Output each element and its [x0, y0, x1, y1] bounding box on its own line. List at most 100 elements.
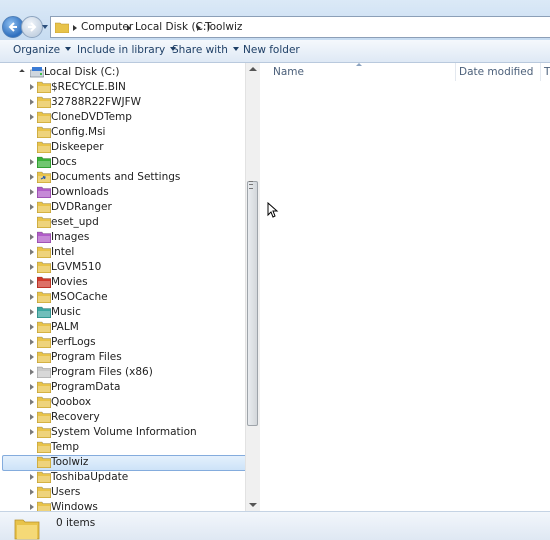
expand-arrow-icon[interactable]: [30, 369, 34, 375]
expand-arrow-icon[interactable]: [30, 339, 34, 345]
tree-item[interactable]: Recovery: [0, 410, 259, 425]
tree-item[interactable]: Images: [0, 230, 259, 245]
address-input[interactable]: Computer Local Disk (C:) Toolwiz: [50, 16, 550, 38]
column-divider[interactable]: [540, 63, 541, 81]
folder-icon: [37, 351, 51, 363]
tree-item[interactable]: Program Files: [0, 350, 259, 365]
tree-item[interactable]: Diskeeper: [0, 140, 259, 155]
expand-arrow-icon[interactable]: [30, 234, 34, 240]
tree-item[interactable]: Toolwiz: [0, 455, 259, 471]
folder-icon: [37, 441, 51, 453]
tree-item[interactable]: ToshibaUpdate: [0, 470, 259, 485]
share-with-button[interactable]: Share with: [172, 44, 239, 56]
tree-item[interactable]: Movies: [0, 275, 259, 290]
tree-item[interactable]: Documents and Settings: [0, 170, 259, 185]
tree-item[interactable]: CloneDVDTemp: [0, 110, 259, 125]
folder-icon: [55, 22, 69, 33]
forward-button[interactable]: [21, 16, 43, 38]
item-count: 0 items: [56, 517, 96, 529]
expand-arrow-icon[interactable]: [30, 309, 34, 315]
folder-icon: [37, 336, 51, 348]
tree-item[interactable]: Users: [0, 485, 259, 500]
breadcrumb-separator-icon[interactable]: [73, 25, 77, 31]
shortcut-folder-icon: [37, 171, 51, 183]
column-header-type[interactable]: T: [544, 66, 550, 78]
tree-item-label: 32788R22FWJFW: [51, 96, 141, 108]
breadcrumb-separator-icon[interactable]: [127, 25, 131, 31]
tree-item-label: LGVM510: [51, 261, 102, 273]
tree-item[interactable]: System Volume Information: [0, 425, 259, 440]
tree-item-label: Movies: [51, 276, 88, 288]
folder-icon: [37, 111, 51, 123]
tree-item[interactable]: MSOCache: [0, 290, 259, 305]
tree-item[interactable]: Intel: [0, 245, 259, 260]
tree-item[interactable]: Program Files (x86): [0, 365, 259, 380]
folder-icon: [37, 501, 51, 511]
expand-arrow-icon[interactable]: [30, 384, 34, 390]
expand-arrow-icon[interactable]: [30, 429, 34, 435]
grey-folder-icon: [37, 366, 51, 378]
expand-arrow-icon[interactable]: [30, 474, 34, 480]
scroll-down-icon[interactable]: [249, 503, 257, 507]
tree-item[interactable]: Qoobox: [0, 395, 259, 410]
tree-item[interactable]: PerfLogs: [0, 335, 259, 350]
tree-item-label: Downloads: [51, 186, 109, 198]
recent-pages-dropdown-icon[interactable]: [42, 25, 48, 29]
details-pane: 0 items: [0, 511, 550, 540]
navigation-scrollbar[interactable]: [245, 63, 260, 511]
expanded-arrow-icon[interactable]: [19, 69, 25, 75]
tree-item[interactable]: LGVM510: [0, 260, 259, 275]
tree-item[interactable]: eset_upd: [0, 215, 259, 230]
expand-arrow-icon[interactable]: [30, 399, 34, 405]
expand-arrow-icon[interactable]: [30, 114, 34, 120]
include-in-library-button[interactable]: Include in library: [77, 44, 177, 56]
expand-arrow-icon[interactable]: [30, 324, 34, 330]
new-folder-button[interactable]: New folder: [243, 44, 300, 56]
organize-button[interactable]: Organize: [13, 44, 72, 56]
folder-icon: [37, 246, 51, 258]
tree-item[interactable]: Windows: [0, 500, 259, 511]
tree-item[interactable]: Music: [0, 305, 259, 320]
column-header-name[interactable]: Name: [273, 66, 304, 78]
tree-item[interactable]: $RECYCLE.BIN: [0, 80, 259, 95]
tree-item[interactable]: Downloads: [0, 185, 259, 200]
folder-icon: [37, 81, 51, 93]
scroll-up-icon[interactable]: [249, 67, 257, 71]
navigation-pane[interactable]: Local Disk (C:) $RECYCLE.BIN 32788R22FWJF…: [0, 63, 260, 511]
expand-arrow-icon[interactable]: [30, 264, 34, 270]
expand-arrow-icon[interactable]: [30, 249, 34, 255]
column-divider[interactable]: [455, 63, 456, 81]
breadcrumb-computer[interactable]: Computer: [81, 21, 133, 33]
tree-item-label: Temp: [51, 441, 79, 453]
expand-arrow-icon[interactable]: [30, 414, 34, 420]
scrollbar-thumb[interactable]: [247, 181, 258, 426]
folder-icon: [37, 426, 51, 438]
expand-arrow-icon[interactable]: [30, 84, 34, 90]
expand-arrow-icon[interactable]: [30, 294, 34, 300]
expand-arrow-icon[interactable]: [30, 189, 34, 195]
tree-item[interactable]: 32788R22FWJFW: [0, 95, 259, 110]
share-with-label: Share with: [172, 44, 228, 56]
tree-item-label: Images: [51, 231, 90, 243]
tree-item[interactable]: ProgramData: [0, 380, 259, 395]
tree-item-label: Program Files (x86): [51, 366, 153, 378]
expand-arrow-icon[interactable]: [30, 159, 34, 165]
tree-item[interactable]: Config.Msi: [0, 125, 259, 140]
expand-arrow-icon[interactable]: [30, 204, 34, 210]
column-header-date-modified[interactable]: Date modified: [459, 66, 533, 78]
tree-item[interactable]: DVDRanger: [0, 200, 259, 215]
address-bar-area: Computer Local Disk (C:) Toolwiz: [0, 0, 550, 40]
breadcrumb-separator-icon[interactable]: [197, 25, 201, 31]
expand-arrow-icon[interactable]: [30, 504, 34, 510]
breadcrumb-toolwiz[interactable]: Toolwiz: [205, 21, 242, 33]
expand-arrow-icon[interactable]: [30, 354, 34, 360]
expand-arrow-icon[interactable]: [30, 279, 34, 285]
tree-item[interactable]: Temp: [0, 440, 259, 455]
expand-arrow-icon[interactable]: [30, 99, 34, 105]
file-list-pane[interactable]: Name Date modified T: [260, 63, 550, 511]
tree-item[interactable]: Docs: [0, 155, 259, 170]
tree-item[interactable]: PALM: [0, 320, 259, 335]
expand-arrow-icon[interactable]: [30, 489, 34, 495]
expand-arrow-icon[interactable]: [30, 174, 34, 180]
tree-item-local-disk[interactable]: Local Disk (C:): [0, 65, 259, 80]
